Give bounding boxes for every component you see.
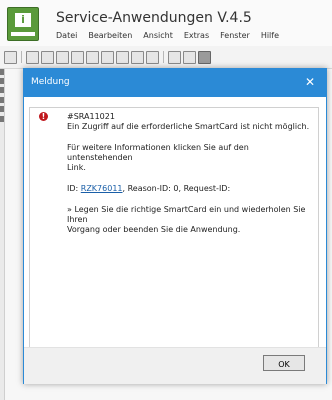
app-logo-icon: i [7,7,39,41]
grid-icon[interactable] [101,50,114,64]
dialog-title: Meldung [31,77,70,87]
refresh-icon[interactable] [146,50,159,64]
toolbar-separator [163,51,164,63]
id-prefix: ID: [67,184,81,193]
instruction-line2: Vorgang oder beenden Sie die Anwendung. [67,225,241,234]
cut-icon[interactable] [26,50,39,64]
message-text: #SRA11021 Ein Zugriff auf die erforderli… [67,112,313,246]
ok-button[interactable]: OK [263,355,305,371]
error-code: #SRA11021 [67,112,115,121]
id-suffix: , Reason-ID: 0, Request-ID: [122,184,231,193]
close-icon[interactable]: ✕ [302,74,318,90]
disk-icon[interactable] [198,50,211,64]
error-icon: ! [39,112,48,121]
paste-icon[interactable] [56,50,69,64]
side-marker [0,116,4,122]
message-panel: ! #SRA11021 Ein Zugriff auf die erforder… [29,107,319,349]
left-side-panel [0,69,5,400]
tree-icon[interactable] [86,50,99,64]
dialog-body: ! #SRA11021 Ein Zugriff auf die erforder… [24,97,326,349]
app-logo-base [11,32,35,36]
side-marker [0,78,4,84]
side-marker [0,69,4,75]
print-icon[interactable] [4,50,17,64]
list-icon[interactable] [116,50,129,64]
gear-icon[interactable] [131,50,144,64]
menu-bearbeiten[interactable]: Bearbeiten [88,31,143,45]
side-marker [0,106,4,112]
toolbar [0,46,332,69]
menu-hilfe[interactable]: Hilfe [261,31,290,45]
instruction-line1: » Legen Sie die richtige SmartCard ein u… [67,205,306,224]
hierarchy-icon[interactable] [71,50,84,64]
app-title: Service-Anwendungen V.4.5 [56,10,252,26]
side-marker [0,87,4,93]
message-dialog: Meldung ✕ ! #SRA11021 Ein Zugriff auf di… [23,68,327,384]
menu-ansicht[interactable]: Ansicht [143,31,184,45]
side-marker [0,97,4,103]
menu-extras[interactable]: Extras [184,31,220,45]
menubar: Datei Bearbeiten Ansicht Extras Fenster … [56,31,290,45]
copy-icon[interactable] [41,50,54,64]
app-header: i Service-Anwendungen V.4.5 Datei Bearbe… [0,0,332,46]
toolbar-separator [21,51,22,63]
dialog-titlebar[interactable]: Meldung ✕ [24,69,326,97]
folder-icon[interactable] [168,50,181,64]
menu-datei[interactable]: Datei [56,31,88,45]
error-message: Ein Zugriff auf die erforderliche SmartC… [67,122,310,131]
dialog-footer: OK [24,347,326,384]
app-logo-glyph: i [15,13,31,27]
menu-fenster[interactable]: Fenster [220,31,261,45]
id-link[interactable]: RZK76011 [81,184,123,193]
pages-icon[interactable] [183,50,196,64]
info-text-line2: Link. [67,163,86,172]
info-text-line1: Für weitere Informationen klicken Sie au… [67,143,249,162]
